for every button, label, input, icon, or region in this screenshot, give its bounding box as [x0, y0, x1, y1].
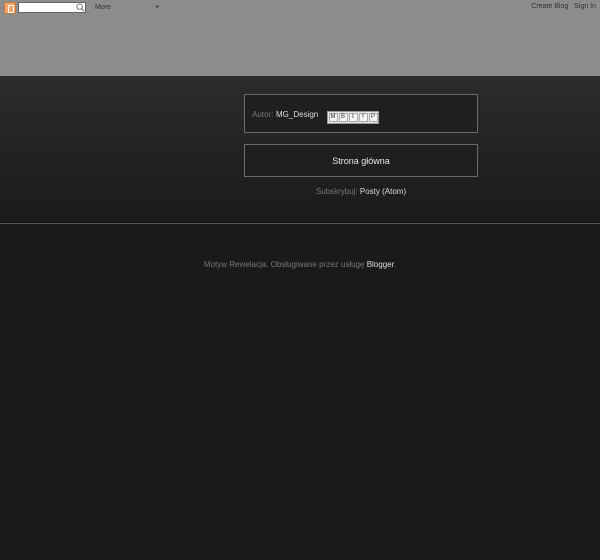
blogger-link[interactable]: Blogger: [367, 260, 394, 269]
sign-in-link[interactable]: Sign In: [574, 3, 596, 10]
more-dropdown[interactable]: More ▾: [93, 2, 161, 14]
more-dropdown-label: More: [95, 4, 111, 11]
search-icon[interactable]: [76, 3, 85, 12]
author-label: Autor:: [252, 110, 274, 119]
subscribe-label: Subskrybuj:: [315, 187, 358, 196]
footer-divider: [0, 223, 600, 224]
navbar-links: Create Blog Sign In: [527, 3, 596, 10]
home-link[interactable]: Strona główna: [332, 156, 390, 166]
attribution-period: .: [393, 260, 397, 269]
facebook-icon[interactable]: f: [358, 112, 368, 122]
twitter-icon[interactable]: t: [348, 112, 358, 122]
post-footer: Autor: MG_Design M B t f P: [244, 94, 478, 133]
home-link-box: Strona główna: [244, 144, 478, 177]
header-band: [0, 17, 600, 76]
blogger-logo-icon[interactable]: [4, 2, 16, 14]
attribution-text: Motyw Rewelacja. Obsługiwane przez usług…: [203, 260, 365, 269]
share-buttons: M B t f P: [327, 111, 379, 124]
blogthis-icon[interactable]: B: [338, 112, 348, 122]
create-blog-link[interactable]: Create Blog: [531, 3, 568, 10]
chevron-down-icon: ▾: [155, 4, 159, 11]
subscribe-line: Subskrybuj: Posty (Atom): [244, 187, 478, 196]
author-name-link[interactable]: MG_Design: [276, 110, 318, 119]
email-icon[interactable]: M: [328, 112, 338, 122]
pinterest-icon[interactable]: P: [368, 112, 378, 122]
blogger-navbar: More ▾ Create Blog Sign In: [0, 0, 600, 17]
subscribe-atom-link[interactable]: Posty (Atom): [360, 187, 406, 196]
attribution: Motyw Rewelacja. Obsługiwane przez usług…: [0, 260, 600, 269]
